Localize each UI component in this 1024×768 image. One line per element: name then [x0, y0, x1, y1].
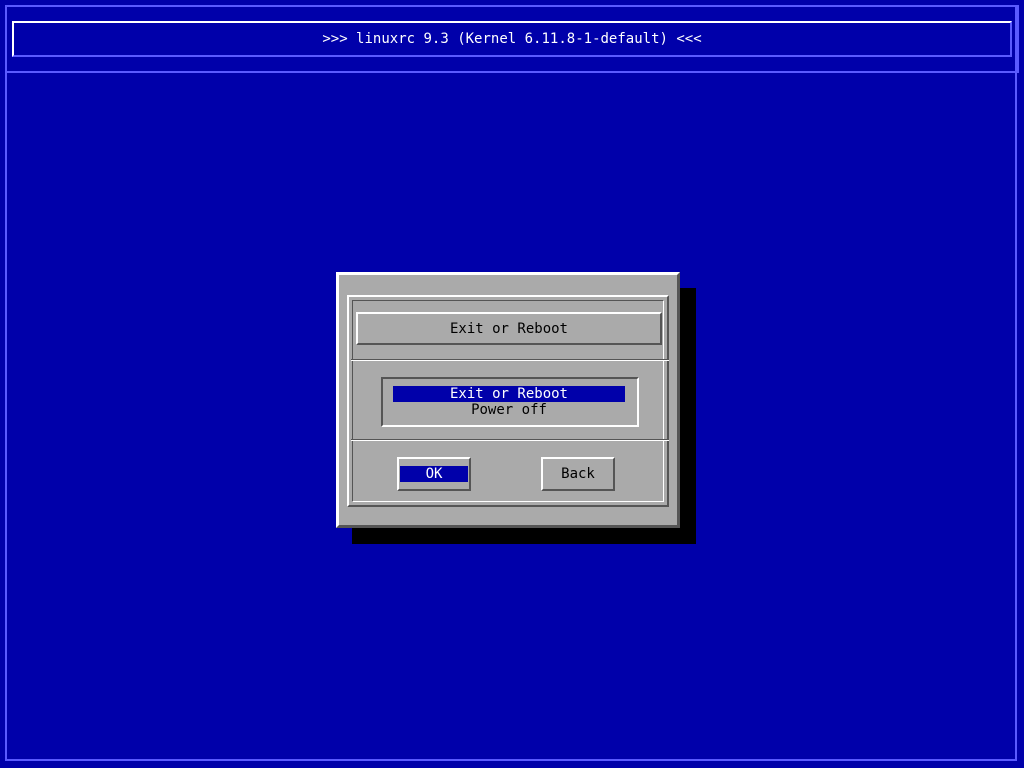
- ok-button-label: OK: [400, 466, 468, 482]
- screen-title: >>> linuxrc 9.3 (Kernel 6.11.8-1-default…: [322, 31, 702, 47]
- buttons-separator: [351, 439, 669, 441]
- installer-screen: >>> linuxrc 9.3 (Kernel 6.11.8-1-default…: [0, 0, 1024, 768]
- options-list[interactable]: Exit or Reboot Power off: [381, 377, 639, 427]
- back-button-label: Back: [561, 466, 595, 482]
- dialog-title: Exit or Reboot: [449, 320, 568, 337]
- title-box: >>> linuxrc 9.3 (Kernel 6.11.8-1-default…: [12, 21, 1012, 57]
- ok-button[interactable]: OK: [397, 457, 471, 491]
- back-button[interactable]: Back: [541, 457, 615, 491]
- dialog-header: Exit or Reboot: [356, 312, 662, 345]
- header-separator: [351, 359, 669, 361]
- option-exit-or-reboot[interactable]: Exit or Reboot: [393, 386, 625, 402]
- option-power-off[interactable]: Power off: [393, 402, 625, 418]
- exit-reboot-dialog: Exit or Reboot Exit or Reboot Power off …: [336, 272, 680, 528]
